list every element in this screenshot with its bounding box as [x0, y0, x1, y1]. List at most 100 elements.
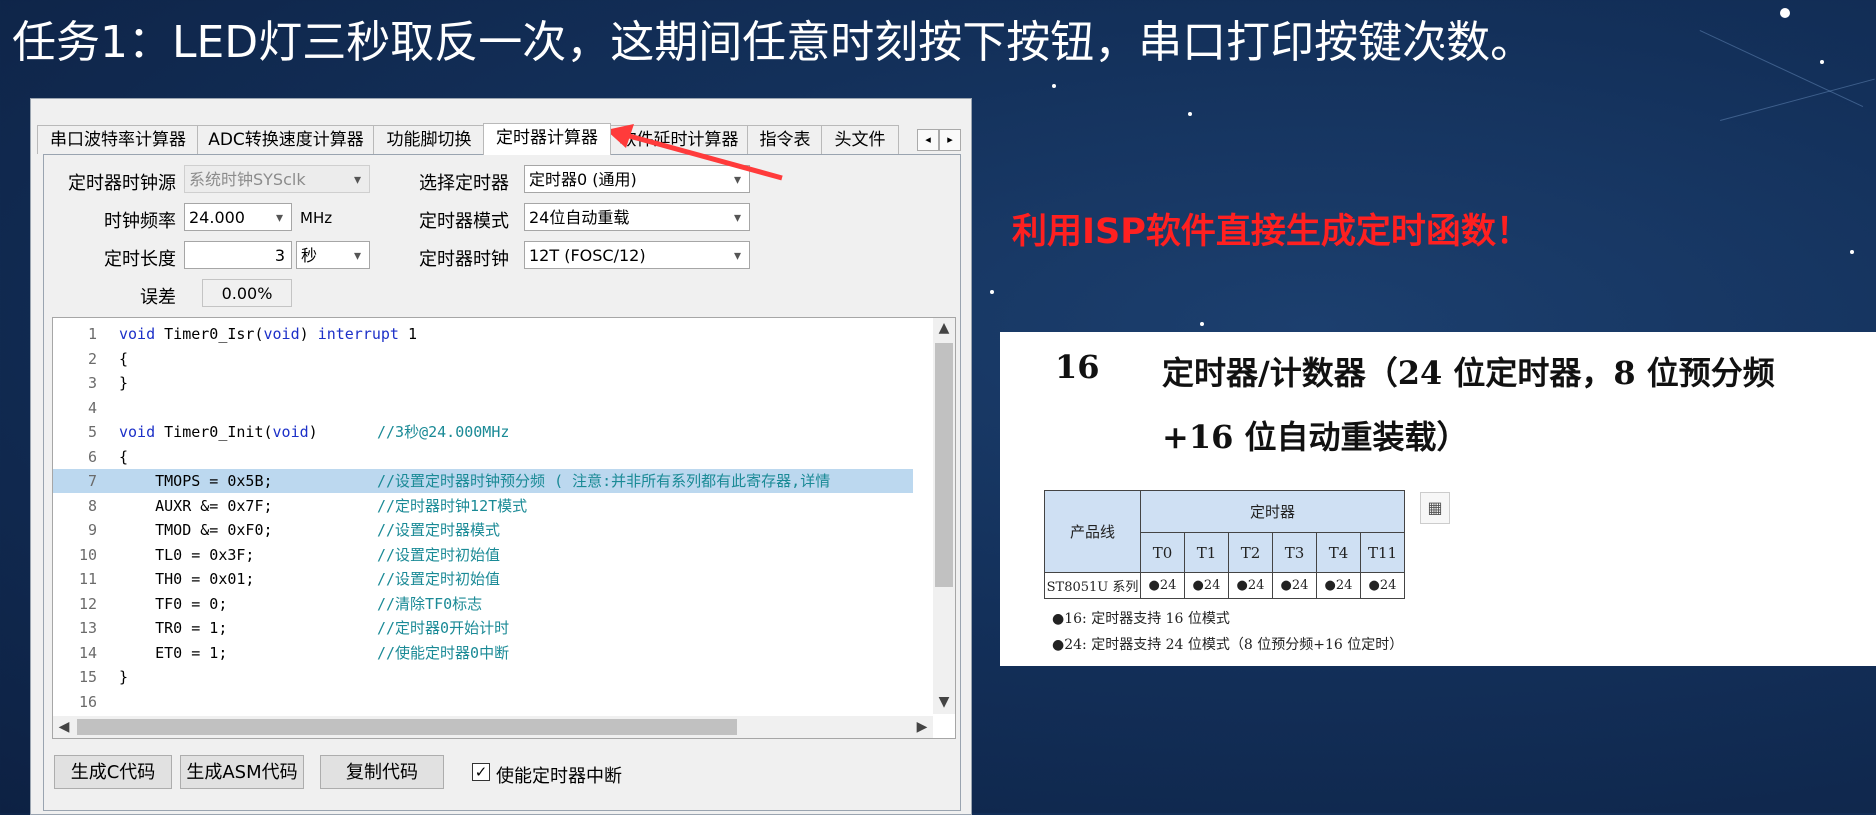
note-24bit-mark: ●24:: [1052, 637, 1087, 653]
scroll-left-icon[interactable]: ◀: [53, 719, 75, 735]
timer-length-input[interactable]: 3: [184, 241, 292, 269]
code-text: }: [119, 665, 128, 689]
table-col-header: T11: [1360, 532, 1405, 573]
code-line: 9 TMOD &= 0xF0; //设置定时器模式: [53, 518, 913, 542]
generate-c-code-button[interactable]: 生成C代码: [54, 755, 172, 789]
line-number: 8: [87, 496, 97, 515]
network-line: [1699, 30, 1864, 107]
timer-calculator-panel: 定时器时钟源 系统时钟SYSclk ▾ 时钟频率 24.000 ▾ MHz 定时…: [43, 154, 961, 811]
tab-adc-calculator[interactable]: ADC转换速度计算器: [197, 125, 375, 154]
note-16bit-mark: ●16:: [1052, 611, 1087, 627]
table-cell: ●24: [1272, 572, 1317, 599]
section-title-line2: +16 位自动重装载）: [1162, 418, 1469, 456]
code-text: TF0 = 0;: [119, 592, 227, 616]
code-fragment: }: [119, 374, 129, 392]
line-number: 11: [78, 570, 97, 588]
isp-timer-calculator-window: 串口波特率计算器 ADC转换速度计算器 功能脚切换 定时器计算器 软件延时计算器…: [30, 98, 972, 815]
code-fragment: Timer0_Isr(: [155, 325, 264, 343]
code-text: AUXR &= 0x7F;: [119, 494, 273, 518]
chevron-down-icon: ▾: [353, 172, 361, 188]
tab-header-file[interactable]: 头文件: [821, 125, 899, 154]
tab-timer-calculator[interactable]: 定时器计算器: [483, 123, 611, 155]
vertical-scroll-thumb[interactable]: [935, 343, 953, 587]
table-copy-icon[interactable]: ▦: [1420, 492, 1450, 524]
tab-scroll-left-icon[interactable]: ◂: [917, 129, 939, 151]
code-text: ET0 = 1;: [119, 641, 227, 665]
table-cell: ●24: [1228, 572, 1273, 599]
code-comment: //定时器0开始计时: [377, 619, 510, 637]
clock-frequency-combo[interactable]: 24.000 ▾: [184, 203, 292, 231]
scroll-up-icon[interactable]: ▲: [933, 320, 955, 336]
code-line: 4: [53, 396, 913, 420]
chevron-down-icon: ▾: [733, 248, 741, 264]
code-fragment: AUXR &= 0x7F;: [119, 496, 273, 515]
scroll-down-icon[interactable]: ▼: [933, 694, 955, 710]
code-line: 8 AUXR &= 0x7F; //定时器时钟12T模式: [53, 494, 913, 518]
select-timer-label: 选择定时器: [419, 173, 509, 194]
code-keyword: void: [272, 423, 309, 441]
code-fragment: {: [119, 447, 129, 466]
line-number: 5: [87, 423, 97, 441]
note-16bit-text: 定时器支持 16 位模式: [1091, 611, 1230, 627]
timer-table: 产品线 定时器 T0 T1 T2 T3 T4 T11 ST8051U 系列 ●2…: [1044, 490, 1405, 599]
tab-pin-switch[interactable]: 功能脚切换: [373, 125, 485, 154]
slide-title: 任务1：LED灯三秒取反一次，这期间任意时刻按下按钮，串口打印按键次数。: [12, 17, 1535, 68]
clock-frequency-label: 时钟频率: [104, 211, 176, 232]
code-comment: //设置定时初始值: [377, 570, 501, 588]
star-dot: [990, 290, 994, 294]
horizontal-scrollbar[interactable]: ◀ ▶: [53, 716, 933, 738]
code-fragment: }: [119, 668, 129, 686]
timer-clock-combo[interactable]: 12T (FOSC/12) ▾: [524, 241, 750, 269]
table-col-header: T4: [1316, 532, 1361, 573]
table-header-timer-group: 定时器: [1140, 490, 1405, 533]
code-fragment: TMOPS = 0x5B;: [119, 472, 273, 490]
code-keyword: interrupt: [317, 325, 399, 343]
clock-source-value: 系统时钟SYSclk: [189, 170, 306, 189]
scroll-right-icon[interactable]: ▶: [911, 719, 933, 735]
timer-mode-label: 定时器模式: [419, 211, 509, 232]
line-number: 6: [87, 447, 97, 466]
table-cell: ●24: [1360, 572, 1405, 599]
note-24bit: ●24: 定时器支持 24 位模式（8 位预分频+16 位定时）: [1052, 634, 1403, 654]
section-title-line1: 定时器/计数器（24 位定时器，8 位预分频: [1162, 354, 1775, 392]
generate-asm-code-button[interactable]: 生成ASM代码: [180, 755, 304, 789]
code-text: {: [119, 445, 128, 469]
annotation-text: 利用ISP软件直接生成定时函数！: [1012, 212, 1531, 252]
vertical-scrollbar[interactable]: ▲ ▼: [933, 318, 955, 714]
enable-interrupt-checkbox[interactable]: ✓: [472, 763, 490, 781]
code-fragment: TR0 = 1;: [119, 619, 228, 637]
datasheet-excerpt: 16 定时器/计数器（24 位定时器，8 位预分频 +16 位自动重装载） 产品…: [1000, 332, 1876, 666]
copy-code-button[interactable]: 复制代码: [320, 755, 444, 789]
timer-mode-value: 24位自动重载: [529, 208, 630, 227]
timer-length-label: 定时长度: [104, 249, 176, 270]
code-line: 14 ET0 = 1; //使能定时器0中断: [53, 641, 913, 665]
code-fragment: 1: [398, 325, 418, 343]
code-fragment: ): [299, 325, 318, 343]
code-line: 10 TL0 = 0x3F; //设置定时初始值: [53, 543, 913, 567]
code-line: 13 TR0 = 1; //定时器0开始计时: [53, 616, 913, 640]
star-dot: [1052, 84, 1056, 88]
code-comment: //清除TF0标志: [377, 594, 483, 613]
red-arrow-icon: [606, 124, 783, 181]
line-number: 2: [87, 349, 97, 368]
code-comment: //使能定时器0中断: [377, 643, 510, 662]
code-text: void Timer0_Init(void): [119, 420, 318, 444]
line-number: 14: [78, 643, 97, 662]
horizontal-scroll-thumb[interactable]: [77, 719, 737, 735]
code-fragment: TH0 = 0x01;: [119, 570, 255, 588]
code-line: 5 void Timer0_Init(void) //3秒@24.000MHz: [53, 420, 913, 444]
table-row-label: ST8051U 系列: [1044, 572, 1141, 599]
tab-scroll-right-icon[interactable]: ▸: [939, 129, 961, 151]
timer-mode-combo[interactable]: 24位自动重载 ▾: [524, 203, 750, 231]
line-number: 12: [78, 594, 97, 613]
code-line: 12 TF0 = 0; //清除TF0标志: [53, 592, 913, 616]
code-line: 7 TMOPS = 0x5B; //设置定时器时钟预分频 ( 注意:并非所有系列都…: [53, 469, 913, 493]
table-col-header: T3: [1272, 532, 1317, 573]
code-comment: //设置定时器模式: [377, 521, 501, 539]
chevron-down-icon: ▾: [275, 210, 283, 226]
tab-baud-calculator[interactable]: 串口波特率计算器: [37, 125, 199, 154]
section-number: 16: [1055, 348, 1100, 386]
generated-code-editor[interactable]: 1 void Timer0_Isr(void) interrupt 1 2{3} 4 5…: [52, 317, 956, 739]
code-comment: //设置定时器时钟预分频 ( 注意:并非所有系列都有此寄存器,详情: [377, 472, 831, 490]
timer-length-unit-select[interactable]: 秒 ▾: [296, 241, 370, 269]
